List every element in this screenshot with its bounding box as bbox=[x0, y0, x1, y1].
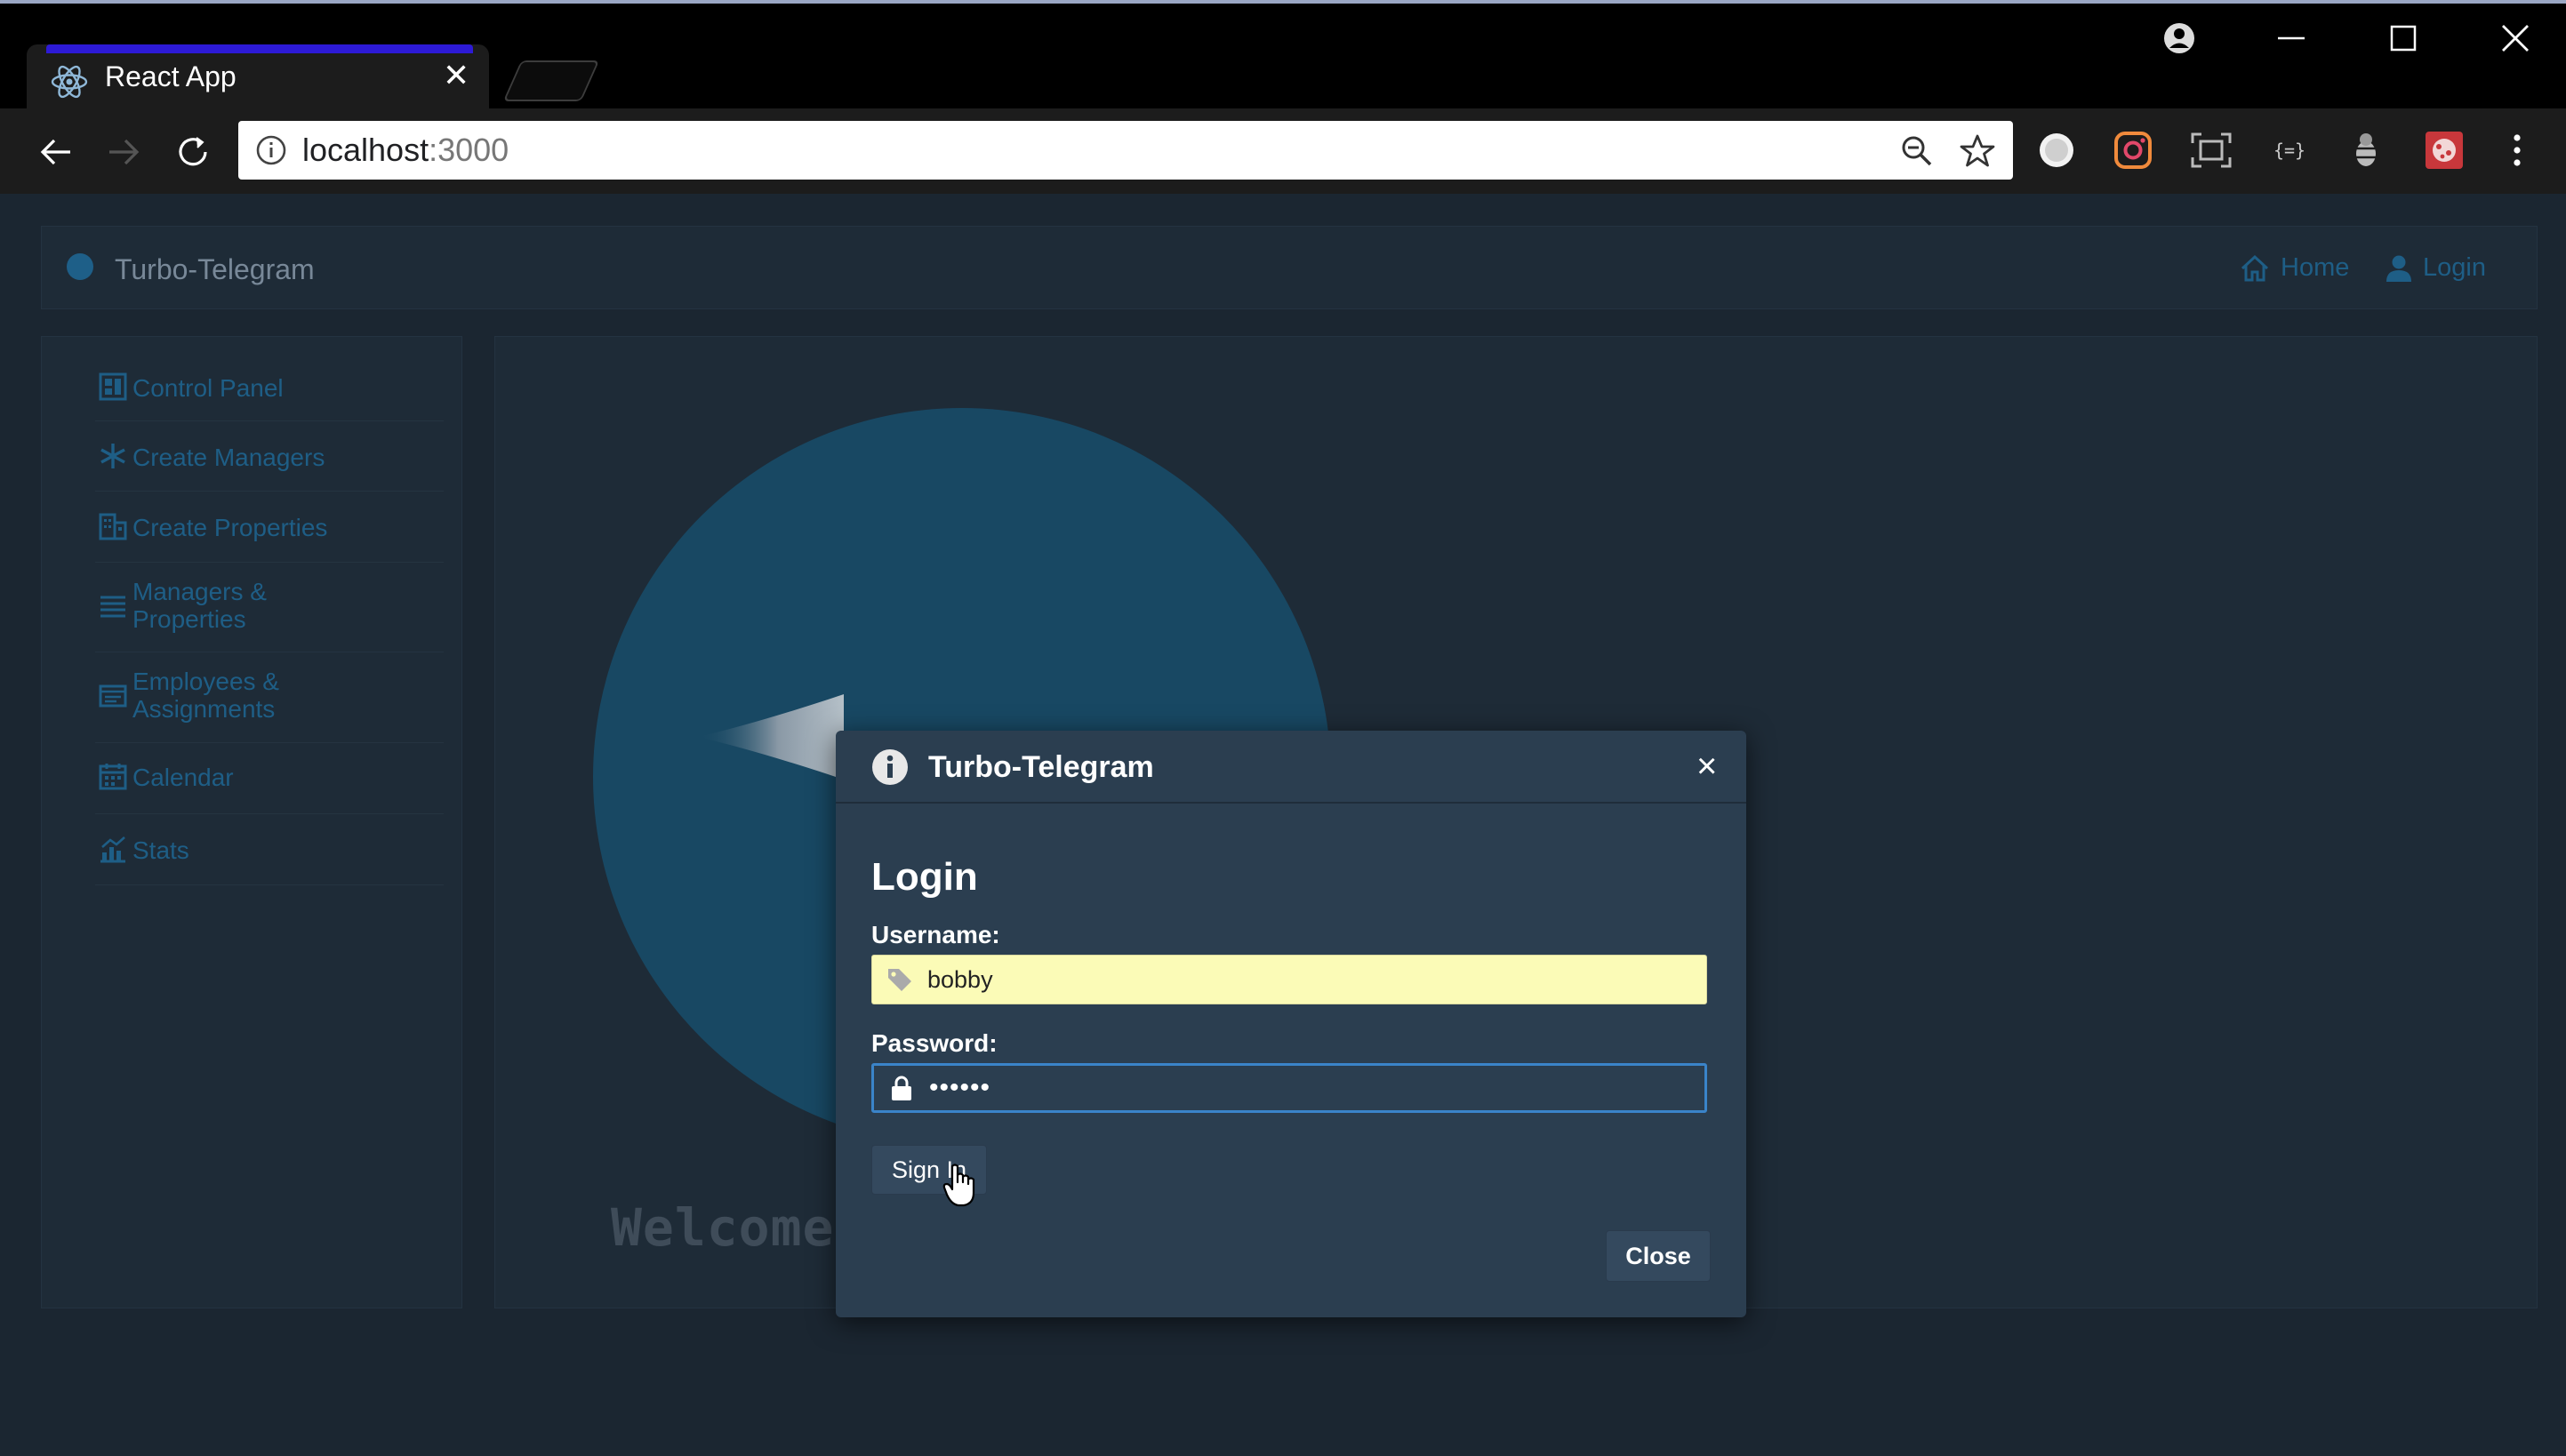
id-card-icon bbox=[99, 684, 127, 708]
navbar-brand[interactable]: Turbo-Telegram bbox=[115, 253, 315, 286]
window-border bbox=[0, 0, 2566, 4]
nav-login-link[interactable]: Login bbox=[2386, 253, 2486, 283]
sidebar-label: Managers & Properties bbox=[132, 578, 267, 633]
user-icon bbox=[2386, 255, 2411, 282]
sidebar-label: Control Panel bbox=[132, 374, 284, 402]
sidebar-label: Stats bbox=[132, 836, 189, 864]
new-tab-button[interactable] bbox=[502, 60, 600, 101]
svg-text:{=}: {=} bbox=[2273, 140, 2305, 161]
nav-login-label: Login bbox=[2423, 253, 2486, 282]
modal-header: Turbo-Telegram × bbox=[836, 731, 1746, 804]
sidebar-item-employees-assignments[interactable]: Employees & Assignments bbox=[95, 652, 444, 743]
lock-icon bbox=[892, 1076, 911, 1100]
tab-close-icon[interactable]: ✕ bbox=[443, 57, 469, 94]
username-value: bobby bbox=[927, 966, 993, 993]
info-icon[interactable] bbox=[254, 133, 288, 167]
page-viewport: Turbo-Telegram Home Login Control Panel … bbox=[4, 194, 2566, 1456]
back-icon[interactable] bbox=[32, 128, 80, 176]
sidebar-item-managers-properties[interactable]: Managers & Properties bbox=[95, 562, 444, 652]
browser-tab[interactable]: React App ✕ bbox=[27, 44, 489, 108]
url-text[interactable]: localhost:3000 bbox=[302, 132, 509, 169]
reload-icon[interactable] bbox=[169, 128, 217, 176]
zoom-out-icon[interactable] bbox=[1899, 133, 1935, 169]
tab-title: React App bbox=[105, 60, 237, 92]
profile-icon[interactable] bbox=[2148, 16, 2210, 60]
list-icon bbox=[100, 596, 125, 618]
password-label: Password: bbox=[871, 1029, 998, 1057]
modal-title: Turbo-Telegram bbox=[928, 750, 1154, 784]
json-icon[interactable]: {=} bbox=[2267, 128, 2312, 172]
login-modal: Turbo-Telegram × Login Username: bobby P… bbox=[836, 731, 1746, 1317]
close-button[interactable]: Close bbox=[1606, 1230, 1711, 1282]
forward-icon[interactable] bbox=[100, 128, 148, 176]
close-icon[interactable] bbox=[2484, 16, 2546, 60]
hand-cursor-icon bbox=[942, 1164, 975, 1207]
react-icon bbox=[51, 65, 88, 99]
tag-icon bbox=[888, 969, 911, 991]
building-icon bbox=[99, 513, 127, 540]
sidebar-item-control-panel[interactable]: Control Panel bbox=[95, 364, 444, 421]
sidebar: Control Panel Create Managers Create Pro… bbox=[41, 336, 462, 1308]
dashboard-icon bbox=[99, 372, 127, 401]
sidebar-item-create-properties[interactable]: Create Properties bbox=[95, 491, 444, 563]
username-label: Username: bbox=[871, 921, 1000, 948]
home-icon bbox=[2241, 254, 2269, 281]
address-bar[interactable]: localhost:3000 bbox=[238, 121, 2013, 180]
nav-home-label: Home bbox=[2281, 253, 2350, 282]
asterisk-icon bbox=[100, 444, 125, 468]
calendar-icon bbox=[99, 764, 127, 790]
sidebar-label: Create Managers bbox=[132, 444, 325, 471]
browser-toolbar: localhost:3000 {=} bbox=[0, 108, 2566, 194]
bookmark-star-icon[interactable] bbox=[1960, 133, 1995, 169]
telegram-icon bbox=[67, 253, 93, 280]
extension-circle-icon[interactable] bbox=[2034, 128, 2079, 172]
maximize-icon[interactable] bbox=[2372, 16, 2434, 60]
top-navbar: Turbo-Telegram Home Login bbox=[41, 226, 2538, 309]
browser-titlebar: React App ✕ bbox=[0, 0, 2566, 108]
modal-close-icon[interactable]: × bbox=[1696, 747, 1717, 787]
screen: React App ✕ localhost:3000 {=} Turbo-Tel… bbox=[0, 0, 2566, 1456]
sidebar-label: Create Properties bbox=[132, 514, 328, 541]
login-heading: Login bbox=[871, 855, 978, 899]
sidebar-item-stats[interactable]: Stats bbox=[95, 813, 444, 885]
nav-home-link[interactable]: Home bbox=[2240, 253, 2349, 283]
minimize-icon[interactable] bbox=[2260, 16, 2322, 60]
cookie-icon[interactable] bbox=[2422, 128, 2466, 172]
bug-icon[interactable] bbox=[2344, 128, 2388, 172]
screenshot-icon[interactable] bbox=[2189, 128, 2233, 172]
sidebar-item-calendar[interactable]: Calendar bbox=[95, 742, 444, 814]
instagram-icon[interactable] bbox=[2111, 128, 2155, 172]
sidebar-item-create-managers[interactable]: Create Managers bbox=[95, 420, 444, 492]
tab-accent-stripe bbox=[46, 44, 473, 53]
username-input[interactable]: bobby bbox=[871, 955, 1707, 1004]
chart-icon bbox=[100, 836, 125, 863]
url-host: localhost bbox=[302, 132, 429, 168]
sidebar-label: Calendar bbox=[132, 764, 234, 791]
url-port: :3000 bbox=[429, 132, 509, 168]
info-icon bbox=[872, 749, 908, 785]
menu-icon[interactable] bbox=[2495, 128, 2539, 172]
password-input[interactable]: •••••• bbox=[871, 1063, 1707, 1113]
password-value: •••••• bbox=[929, 1073, 991, 1102]
sidebar-label: Employees & Assignments bbox=[132, 668, 279, 723]
